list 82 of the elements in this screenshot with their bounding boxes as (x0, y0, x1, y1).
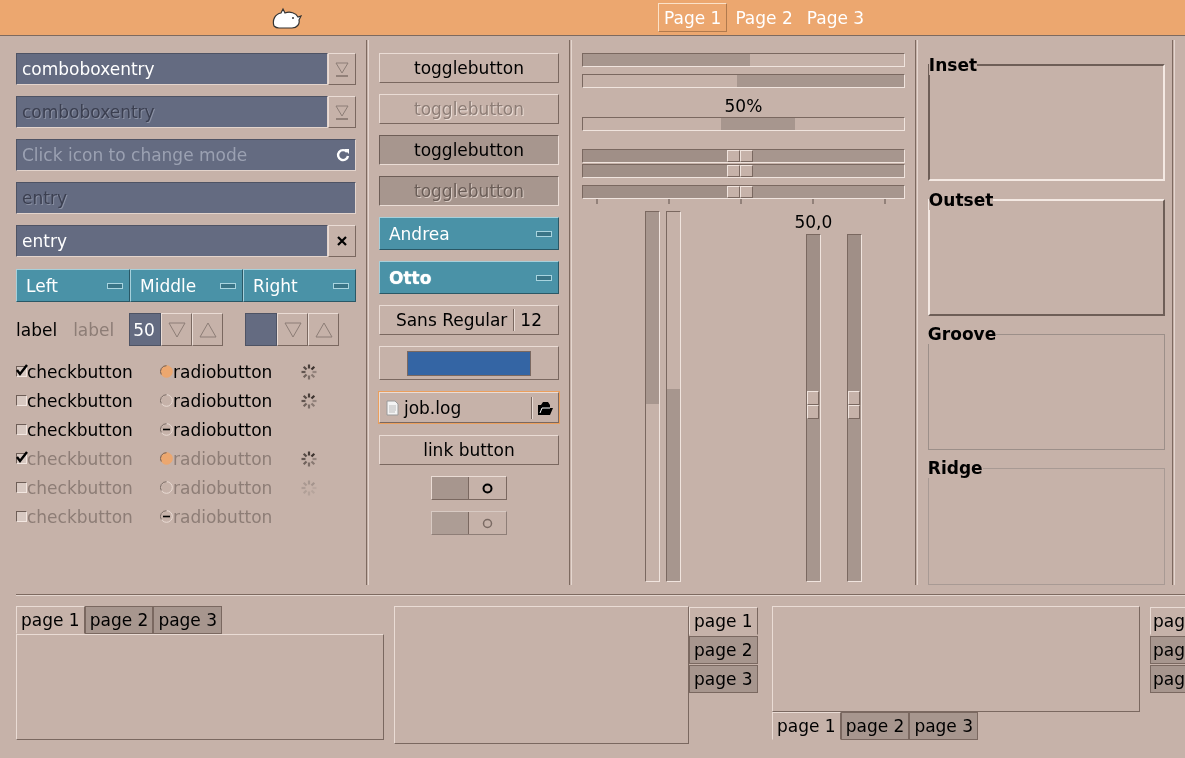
decrement-button[interactable] (277, 313, 309, 346)
decrement-button[interactable] (161, 313, 193, 346)
tab[interactable]: pag (1150, 636, 1185, 664)
circle-icon (482, 517, 494, 529)
frame-label: Ridge (927, 459, 983, 479)
file-button[interactable]: job.log (378, 392, 559, 423)
slider[interactable] (805, 234, 821, 582)
dash-icon (333, 282, 349, 289)
increment-button[interactable] (192, 313, 224, 346)
slider[interactable] (581, 149, 905, 163)
link-button[interactable]: link button (378, 435, 559, 465)
tab[interactable]: pag (1150, 607, 1185, 635)
radio-button[interactable] (160, 365, 173, 378)
tab[interactable]: page 3 (909, 712, 979, 740)
up-triangle-icon (314, 321, 333, 338)
tab[interactable]: page 3 (689, 665, 758, 693)
checkbox[interactable] (16, 366, 27, 377)
frame-label: Outset (928, 190, 994, 210)
caret-icon (335, 61, 349, 77)
combo-button[interactable]: Left (16, 269, 130, 302)
radio-button[interactable] (160, 423, 173, 436)
font-button[interactable]: Sans Regular 12 (378, 305, 559, 335)
label-text: label (73, 319, 115, 340)
spin-field[interactable]: 50 (129, 313, 162, 346)
down-triangle-icon (167, 321, 186, 338)
combo-button[interactable]: Middle (130, 269, 243, 302)
toggle-button[interactable]: togglebutton (378, 135, 559, 165)
dash-icon (107, 282, 123, 289)
tab[interactable]: page 2 (689, 636, 758, 664)
checkbox-label[interactable]: checkbutton (27, 361, 133, 382)
tab[interactable]: pag (1150, 665, 1185, 693)
tab[interactable]: page 2 (840, 712, 910, 740)
refresh-icon[interactable] (336, 148, 350, 162)
radio-label[interactable]: radiobutton (173, 390, 273, 411)
color-button[interactable] (378, 346, 559, 380)
document-icon (385, 399, 399, 416)
increment-button[interactable] (308, 313, 340, 346)
checkbox-label[interactable]: checkbutton (27, 419, 133, 440)
dropdown-button[interactable] (328, 96, 356, 128)
label-text: label (16, 319, 58, 340)
dash-icon (535, 274, 552, 281)
slider[interactable] (581, 164, 905, 178)
radio-button[interactable] (160, 394, 173, 407)
checkbox[interactable] (16, 424, 27, 435)
switch[interactable] (430, 476, 507, 500)
combo-box[interactable]: Andrea (378, 217, 559, 250)
slider-handle[interactable] (727, 165, 754, 177)
checkbox-label[interactable]: checkbutton (27, 390, 133, 411)
folder-icon (536, 399, 554, 416)
circle-icon (482, 482, 494, 494)
tab[interactable]: page 1 (689, 607, 758, 635)
slider-handle[interactable] (727, 150, 754, 162)
clear-button[interactable] (328, 225, 356, 257)
slider[interactable] (581, 185, 905, 199)
text-field[interactable]: comboboxentry (16, 53, 328, 85)
slider[interactable] (846, 234, 862, 582)
toggle-button[interactable]: togglebutton (378, 53, 559, 83)
dash-icon (220, 282, 236, 289)
slider-handle[interactable] (847, 390, 860, 419)
slider-value: 50,0 (794, 212, 833, 232)
up-triangle-icon (198, 321, 217, 338)
spin-field[interactable] (245, 313, 278, 346)
dash-icon (535, 230, 552, 237)
combo-box[interactable]: Otto (378, 261, 559, 294)
slider-handle[interactable] (806, 390, 819, 419)
tab[interactable]: page 3 (153, 606, 223, 634)
tab[interactable]: page 2 (84, 606, 154, 634)
radio-label[interactable]: radiobutton (173, 361, 273, 382)
tab[interactable]: page 1 (16, 606, 85, 634)
text-field[interactable]: entry (16, 225, 328, 257)
frame-label: Inset (928, 56, 978, 75)
down-triangle-icon (283, 321, 302, 338)
combo-button[interactable]: Right (243, 269, 356, 302)
slider-handle[interactable] (727, 186, 754, 198)
radio-label[interactable]: radiobutton (173, 419, 273, 440)
frame-label: Groove (927, 324, 997, 344)
caret-icon (335, 104, 349, 120)
tab[interactable]: page 1 (772, 712, 841, 740)
close-icon (337, 236, 347, 246)
progress-text: 50% (723, 96, 764, 116)
checkbox[interactable] (16, 395, 27, 406)
dropdown-button[interactable] (328, 53, 356, 85)
